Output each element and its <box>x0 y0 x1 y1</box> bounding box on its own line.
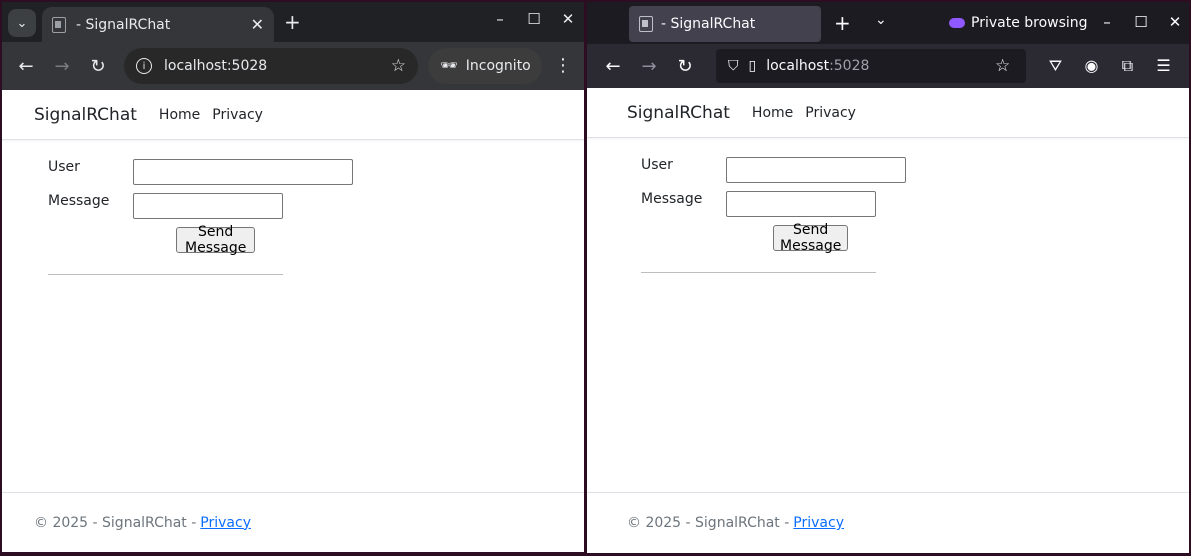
footer-privacy-link[interactable]: Privacy <box>200 515 251 531</box>
user-label: User <box>641 157 673 173</box>
new-tab-button[interactable]: + <box>834 11 851 35</box>
minimize-icon[interactable]: – <box>1099 13 1115 31</box>
close-icon[interactable]: ✕ <box>251 15 264 34</box>
pocket-icon[interactable]: ⛛ <box>1046 56 1065 76</box>
info-icon[interactable]: i <box>136 58 152 74</box>
message-divider <box>641 272 876 273</box>
user-input[interactable] <box>726 157 906 183</box>
message-label: Message <box>641 191 703 207</box>
forward-arrow-icon[interactable]: → <box>631 56 667 77</box>
address-bar[interactable]: ⛉ ▯ localhost:5028 <box>716 49 1026 83</box>
firefox-titlebar: - SignalRChat + ⌄ Private browsing – ☐ ✕ <box>587 2 1189 44</box>
list-all-tabs-icon[interactable]: ⌄ <box>875 12 887 28</box>
window-controls: – ☐ ✕ <box>492 10 576 28</box>
maximize-icon[interactable]: ☐ <box>1133 13 1149 31</box>
chrome-tab[interactable]: - SignalRChat ✕ <box>42 7 274 42</box>
message-label: Message <box>48 193 110 209</box>
back-arrow-icon[interactable]: ← <box>8 56 44 77</box>
address-url: localhost:5028 <box>164 58 268 74</box>
window-controls: – ☐ ✕ <box>1099 13 1183 31</box>
chrome-titlebar: ⌄ - SignalRChat ✕ + – ☐ ✕ <box>2 2 584 42</box>
address-bar[interactable]: i localhost:5028 ☆ <box>124 48 418 84</box>
nav-home-link[interactable]: Home <box>752 105 793 121</box>
tab-search-button[interactable]: ⌄ <box>8 9 36 37</box>
site-footer: © 2025 - SignalRChat - Privacy <box>2 492 584 552</box>
firefox-window: - SignalRChat + ⌄ Private browsing – ☐ ✕… <box>587 2 1189 553</box>
message-input[interactable] <box>133 193 283 219</box>
private-mask-icon <box>949 18 965 28</box>
user-label: User <box>48 159 80 175</box>
back-arrow-icon[interactable]: ← <box>595 56 631 77</box>
star-icon[interactable]: ☆ <box>391 56 406 76</box>
send-message-button[interactable]: Send Message <box>773 222 849 254</box>
maximize-icon[interactable]: ☐ <box>526 10 542 28</box>
tab-title: - SignalRChat <box>76 16 171 33</box>
footer-text: © 2025 - SignalRChat - <box>34 514 197 531</box>
chevron-down-icon: ⌄ <box>16 15 28 31</box>
message-input[interactable] <box>726 191 876 217</box>
address-host: localhost <box>766 58 830 74</box>
message-divider <box>48 274 283 275</box>
extensions-icon[interactable]: ⧉ <box>1118 56 1137 76</box>
address-port: :5028 <box>829 58 870 74</box>
brand-link[interactable]: SignalRChat <box>627 103 730 123</box>
firefox-tools: ⛛ ◉ ⧉ ☰ <box>1046 56 1173 76</box>
incognito-label: Incognito <box>465 58 531 74</box>
firefox-toolbar: ← → ↻ ⛉ ▯ localhost:5028 ☆ ⛛ ◉ ⧉ ☰ <box>587 44 1189 88</box>
site-navbar: SignalRChat Home Privacy <box>587 88 1189 138</box>
incognito-icon: 🕶 <box>440 58 458 74</box>
close-window-icon[interactable]: ✕ <box>560 10 576 28</box>
close-window-icon[interactable]: ✕ <box>1167 13 1183 31</box>
nav-home-link[interactable]: Home <box>159 107 200 123</box>
shield-icon[interactable]: ⛉ <box>728 58 739 74</box>
forward-arrow-icon[interactable]: → <box>44 56 80 77</box>
account-icon[interactable]: ◉ <box>1082 56 1101 76</box>
site-navbar: SignalRChat Home Privacy <box>2 90 584 140</box>
footer-text: © 2025 - SignalRChat - <box>627 515 790 531</box>
new-tab-button[interactable]: + <box>284 10 301 34</box>
brand-link[interactable]: SignalRChat <box>34 105 137 125</box>
reload-icon[interactable]: ↻ <box>667 56 703 77</box>
private-browsing-indicator: Private browsing <box>949 15 1088 31</box>
chrome-toolbar: ← → ↻ i localhost:5028 ☆ 🕶 Incognito ⋮ <box>2 42 584 90</box>
reload-icon[interactable]: ↻ <box>80 56 116 77</box>
nav-privacy-link[interactable]: Privacy <box>212 107 263 123</box>
tab-title: - SignalRChat <box>661 16 756 32</box>
page-favicon-icon <box>52 16 66 33</box>
private-browsing-label: Private browsing <box>971 15 1088 31</box>
star-icon[interactable]: ☆ <box>995 56 1010 76</box>
page-icon[interactable]: ▯ <box>749 58 757 74</box>
minimize-icon[interactable]: – <box>492 10 508 28</box>
send-message-button[interactable]: Send Message <box>176 224 256 256</box>
page-favicon-icon <box>639 16 653 32</box>
menu-icon[interactable]: ⋮ <box>554 55 572 76</box>
page-viewport: SignalRChat Home Privacy User Message Se… <box>587 88 1189 553</box>
incognito-badge[interactable]: 🕶 Incognito <box>428 48 542 84</box>
footer-privacy-link[interactable]: Privacy <box>793 515 844 531</box>
firefox-tab[interactable]: - SignalRChat <box>629 6 821 42</box>
user-input[interactable] <box>133 159 353 185</box>
nav-privacy-link[interactable]: Privacy <box>805 105 856 121</box>
chrome-window: ⌄ - SignalRChat ✕ + – ☐ ✕ ← → ↻ i localh… <box>2 2 584 552</box>
menu-icon[interactable]: ☰ <box>1154 56 1173 76</box>
site-footer: © 2025 - SignalRChat - Privacy <box>587 492 1189 553</box>
page-viewport: SignalRChat Home Privacy User Message Se… <box>2 90 584 552</box>
